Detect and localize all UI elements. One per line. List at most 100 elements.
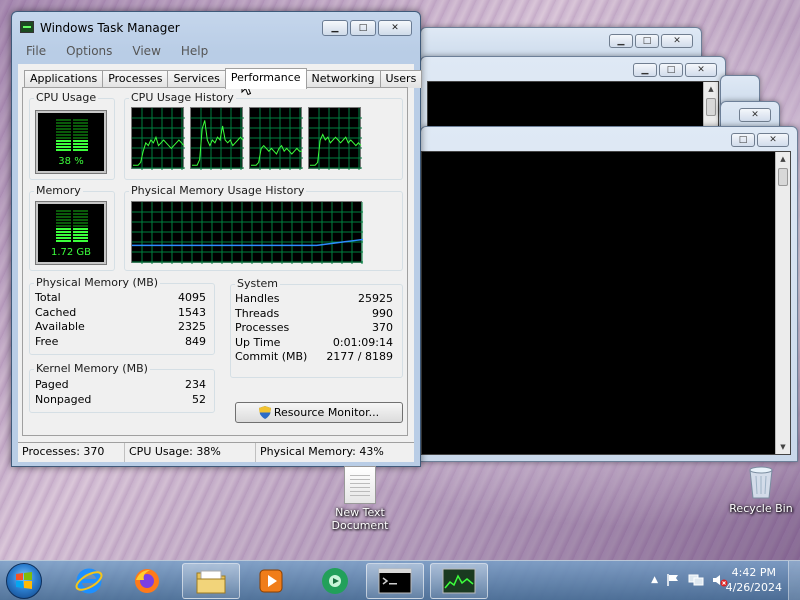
performance-panel: CPU Usage 38 % CPU Usage History Memory — [22, 87, 408, 436]
maximize-button[interactable]: □ — [731, 133, 755, 147]
start-button[interactable] — [6, 563, 42, 599]
status-physical-memory: Physical Memory: 43% — [260, 445, 384, 458]
close-button[interactable]: ✕ — [685, 63, 717, 77]
console-window-5[interactable]: □ ✕ ▲ ▼ — [420, 126, 798, 462]
windows-logo-icon — [16, 572, 32, 589]
internet-explorer-icon — [75, 568, 103, 594]
close-button[interactable]: ✕ — [378, 20, 412, 36]
recycle-bin-icon — [747, 464, 775, 500]
network-icon[interactable] — [688, 573, 704, 587]
clock-date: 4/26/2024 — [725, 581, 782, 594]
desktop-icon-recycle-bin[interactable]: Recycle Bin — [724, 464, 798, 515]
system-clock[interactable]: 4:42 PM 4/26/2024 — [726, 565, 782, 595]
window-title: Windows Task Manager — [40, 21, 180, 35]
tab-users[interactable]: Users — [379, 70, 423, 88]
kernel-memory-group: Kernel Memory (MB) Paged 234 Nonpaged 52 — [29, 362, 215, 413]
notification-area: ▲ — [651, 573, 728, 587]
menu-view[interactable]: View — [122, 42, 170, 62]
console-output[interactable]: ▲▼ — [421, 151, 791, 455]
firefox-icon — [135, 569, 159, 593]
cpu-history-group: CPU Usage History — [124, 91, 403, 180]
memory-history-title: Physical Memory Usage History — [129, 184, 307, 197]
tab-applications[interactable]: Applications — [24, 70, 104, 88]
cpu-usage-group: CPU Usage 38 % — [29, 91, 115, 180]
stat-processes: Processes 370 — [235, 321, 393, 334]
taskbar-file-explorer[interactable] — [182, 563, 240, 599]
desktop-icon-label: New Text — [335, 506, 385, 519]
task-manager-window[interactable]: Windows Task Manager ▁ □ ✕ File Options … — [11, 11, 423, 467]
cpu-meter-bars — [56, 119, 88, 151]
memory-history-graph — [131, 201, 363, 264]
taskbar-task-manager[interactable] — [430, 563, 488, 599]
task-manager-icon — [20, 21, 34, 33]
client-area: Applications Processes Services Performa… — [18, 64, 423, 442]
shield-icon — [258, 406, 271, 419]
desktop-icon-new-text-document[interactable]: New Text Document — [323, 466, 397, 532]
close-button[interactable]: ✕ — [739, 108, 771, 122]
stat-nonpaged: Nonpaged 52 — [35, 392, 206, 406]
menu-options[interactable]: Options — [56, 42, 122, 62]
stat-handles: Handles 25925 — [235, 292, 393, 305]
memory-meter-bars — [56, 210, 88, 242]
show-hidden-icons-icon[interactable]: ▲ — [651, 575, 658, 585]
close-button[interactable]: ✕ — [757, 133, 789, 147]
taskbar-media-player[interactable] — [242, 563, 300, 599]
title-bar[interactable]: Windows Task Manager ▁ □ ✕ — [12, 12, 420, 42]
status-cpu-usage: CPU Usage: 38% — [125, 443, 256, 462]
cpu-history-title: CPU Usage History — [129, 91, 236, 104]
cpu-history-graph-core-2 — [190, 107, 244, 170]
desktop-icon-label: Document — [331, 519, 389, 532]
tab-networking[interactable]: Networking — [305, 70, 381, 88]
close-button[interactable]: ✕ — [661, 34, 693, 48]
memory-value: 1.72 GB — [50, 247, 92, 258]
media-center-icon — [322, 568, 348, 594]
maximize-button[interactable]: □ — [350, 20, 376, 36]
vertical-scrollbar[interactable]: ▲▼ — [775, 152, 790, 454]
stat-available: Available 2325 — [35, 320, 206, 333]
stat-threads: Threads 990 — [235, 306, 393, 320]
minimize-button[interactable]: ▁ — [322, 20, 348, 36]
kernel-memory-title: Kernel Memory (MB) — [34, 362, 150, 375]
minimize-button[interactable]: ▁ — [633, 63, 657, 77]
minimize-button[interactable]: ▁ — [609, 34, 633, 48]
tab-strip: Applications Processes Services Performa… — [24, 68, 423, 89]
tab-performance[interactable]: Performance — [224, 68, 307, 89]
stat-commit: Commit (MB) 2177 / 8189 — [235, 350, 393, 363]
stat-cached: Cached 1543 — [35, 305, 206, 319]
maximize-button[interactable]: □ — [635, 34, 659, 48]
status-bar: Processes: 370 CPU Usage: 38% Physical M… — [18, 442, 414, 462]
status-processes: Processes: 370 — [18, 443, 125, 462]
taskbar-firefox[interactable] — [118, 563, 176, 599]
taskbar: ▲ 4:42 PM 4/26/2024 — [0, 560, 800, 600]
cpu-usage-value: 38 % — [58, 156, 84, 167]
system-group: System Handles 25925 Threads 990 Processes… — [230, 277, 403, 378]
resource-monitor-label: Resource Monitor... — [273, 406, 380, 419]
tab-processes[interactable]: Processes — [102, 70, 169, 88]
text-document-icon — [344, 466, 376, 504]
taskbar-internet-explorer[interactable] — [60, 563, 118, 599]
stat-paged: Paged 234 — [35, 378, 206, 391]
stat-uptime: Up Time 0:01:09:14 — [235, 335, 393, 349]
task-manager-icon — [442, 568, 476, 594]
menu-file[interactable]: File — [16, 42, 56, 62]
cpu-history-graph-core-3 — [249, 107, 303, 170]
stat-total: Total 4095 — [35, 291, 206, 304]
file-explorer-icon — [196, 570, 226, 594]
show-desktop-button[interactable] — [788, 561, 800, 600]
resource-monitor-button[interactable]: Resource Monitor... — [235, 402, 403, 423]
taskbar-command-prompt[interactable] — [366, 563, 424, 599]
memory-title: Memory — [34, 184, 83, 197]
physical-memory-group: Physical Memory (MB) Total 4095 Cached 154… — [29, 276, 215, 355]
clock-time: 4:42 PM — [731, 566, 776, 579]
tab-services[interactable]: Services — [167, 70, 226, 88]
maximize-button[interactable]: □ — [659, 63, 683, 77]
cpu-history-graph-core-4 — [308, 107, 362, 170]
cpu-history-graph-core-1 — [131, 107, 185, 170]
taskbar-media-center[interactable] — [306, 563, 364, 599]
memory-history-group: Physical Memory Usage History — [124, 184, 403, 271]
command-prompt-icon — [378, 568, 412, 594]
action-center-flag-icon[interactable] — [666, 573, 680, 587]
system-title: System — [235, 277, 281, 290]
physical-memory-title: Physical Memory (MB) — [34, 276, 161, 289]
menu-help[interactable]: Help — [171, 42, 218, 62]
